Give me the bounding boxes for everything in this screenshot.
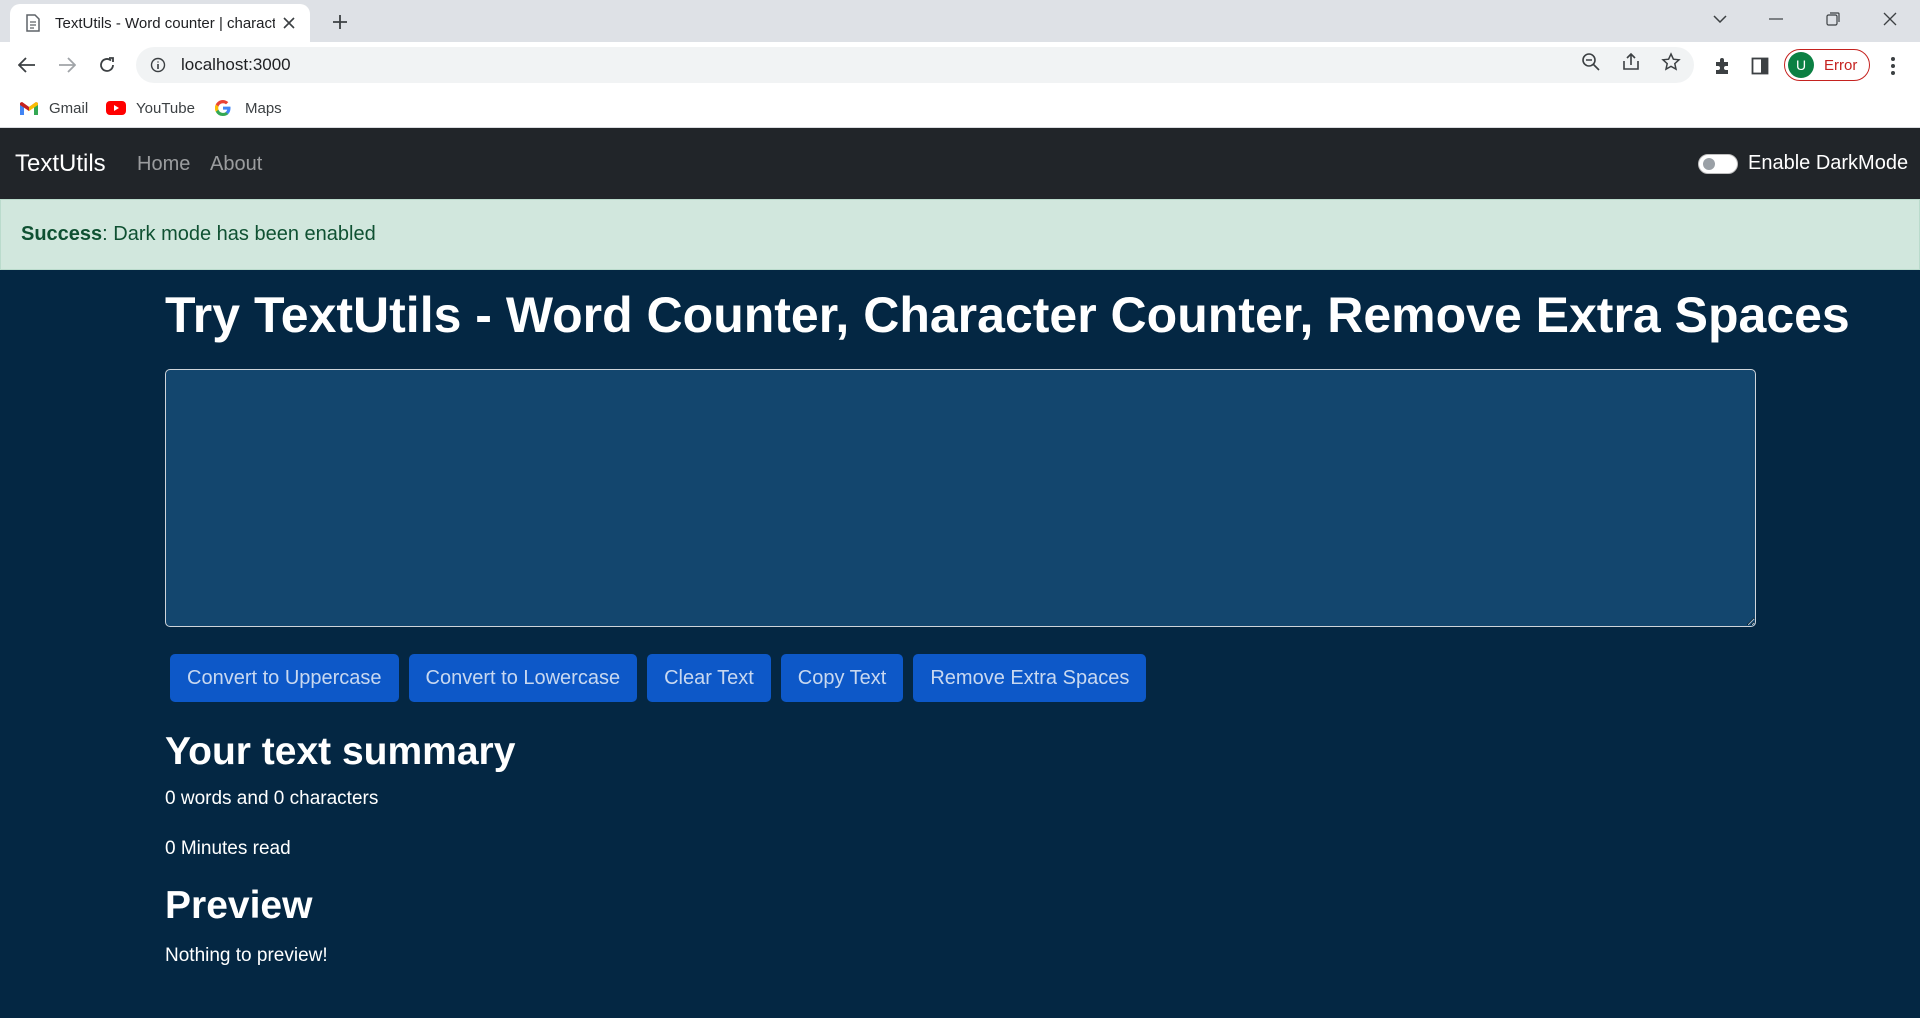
navbar: TextUtils Home About Enable DarkMode (0, 128, 1920, 199)
profile-status-label: Error (1824, 56, 1858, 74)
nav-link-about[interactable]: About (210, 153, 262, 176)
bookmark-star-icon[interactable] (1659, 50, 1683, 74)
menu-kebab-icon[interactable] (1880, 53, 1906, 79)
browser-toolbar: localhost:3000 U Error (0, 42, 1920, 88)
extensions-icon[interactable] (1709, 53, 1735, 79)
reload-icon[interactable] (91, 49, 123, 81)
uppercase-button[interactable]: Convert to Uppercase (170, 654, 399, 702)
clear-text-button[interactable]: Clear Text (647, 654, 771, 702)
bookmark-youtube[interactable]: YouTube (106, 98, 195, 118)
side-panel-icon[interactable] (1747, 53, 1773, 79)
preview-heading: Preview (165, 884, 313, 927)
forward-icon[interactable] (51, 49, 83, 81)
bookmarks-bar: Gmail YouTube Maps (0, 88, 1920, 128)
back-icon[interactable] (11, 49, 43, 81)
success-alert: Success : Dark mode has been enabled (0, 199, 1920, 270)
new-tab-button[interactable] (326, 8, 354, 36)
preview-text: Nothing to preview! (165, 945, 328, 966)
tab-search-icon[interactable] (1692, 0, 1748, 38)
summary-read-time: 0 Minutes read (165, 838, 291, 859)
address-bar[interactable]: localhost:3000 (136, 47, 1694, 83)
close-tab-icon[interactable] (280, 14, 298, 32)
alert-strong: Success (21, 223, 103, 245)
action-buttons: Convert to Uppercase Convert to Lowercas… (170, 654, 1147, 702)
summary-heading: Your text summary (165, 730, 516, 773)
youtube-icon (106, 100, 126, 116)
darkmode-toggle-label[interactable]: Enable DarkMode (1748, 152, 1908, 175)
text-input[interactable] (165, 369, 1756, 627)
lowercase-button[interactable]: Convert to Lowercase (408, 654, 638, 702)
bookmark-gmail[interactable]: Gmail (19, 98, 88, 118)
bookmark-label: YouTube (136, 99, 195, 117)
close-window-icon[interactable] (1862, 0, 1918, 38)
page-title: Try TextUtils - Word Counter, Character … (165, 287, 1850, 343)
restore-icon[interactable] (1805, 0, 1861, 38)
remove-spaces-button[interactable]: Remove Extra Spaces (913, 654, 1147, 702)
site-info-icon[interactable] (149, 56, 167, 74)
navbar-brand[interactable]: TextUtils (15, 150, 106, 178)
bookmark-maps[interactable]: Maps (215, 98, 282, 118)
copy-text-button[interactable]: Copy Text (780, 654, 904, 702)
gmail-icon (19, 100, 39, 116)
url-text: localhost:3000 (181, 55, 291, 74)
summary-counts-text: 0 words and 0 characters (165, 788, 379, 809)
tab-title: TextUtils - Word counter | character cou… (55, 14, 275, 32)
google-icon (215, 100, 235, 116)
darkmode-toggle[interactable] (1698, 154, 1738, 174)
zoom-out-icon[interactable] (1579, 50, 1603, 74)
minimize-icon[interactable] (1748, 0, 1804, 38)
bookmark-label: Maps (245, 99, 282, 117)
bookmark-label: Gmail (49, 99, 89, 117)
avatar: U (1788, 52, 1814, 78)
browser-tab[interactable]: TextUtils - Word counter | character cou… (10, 4, 310, 42)
toggle-knob (1703, 158, 1715, 170)
alert-message: : Dark mode has been enabled (102, 223, 376, 245)
profile-button[interactable]: U Error (1784, 49, 1870, 81)
share-icon[interactable] (1619, 50, 1643, 74)
document-icon (25, 14, 41, 32)
nav-link-home[interactable]: Home (137, 153, 190, 176)
browser-tabstrip: TextUtils - Word counter | character cou… (0, 0, 1920, 42)
